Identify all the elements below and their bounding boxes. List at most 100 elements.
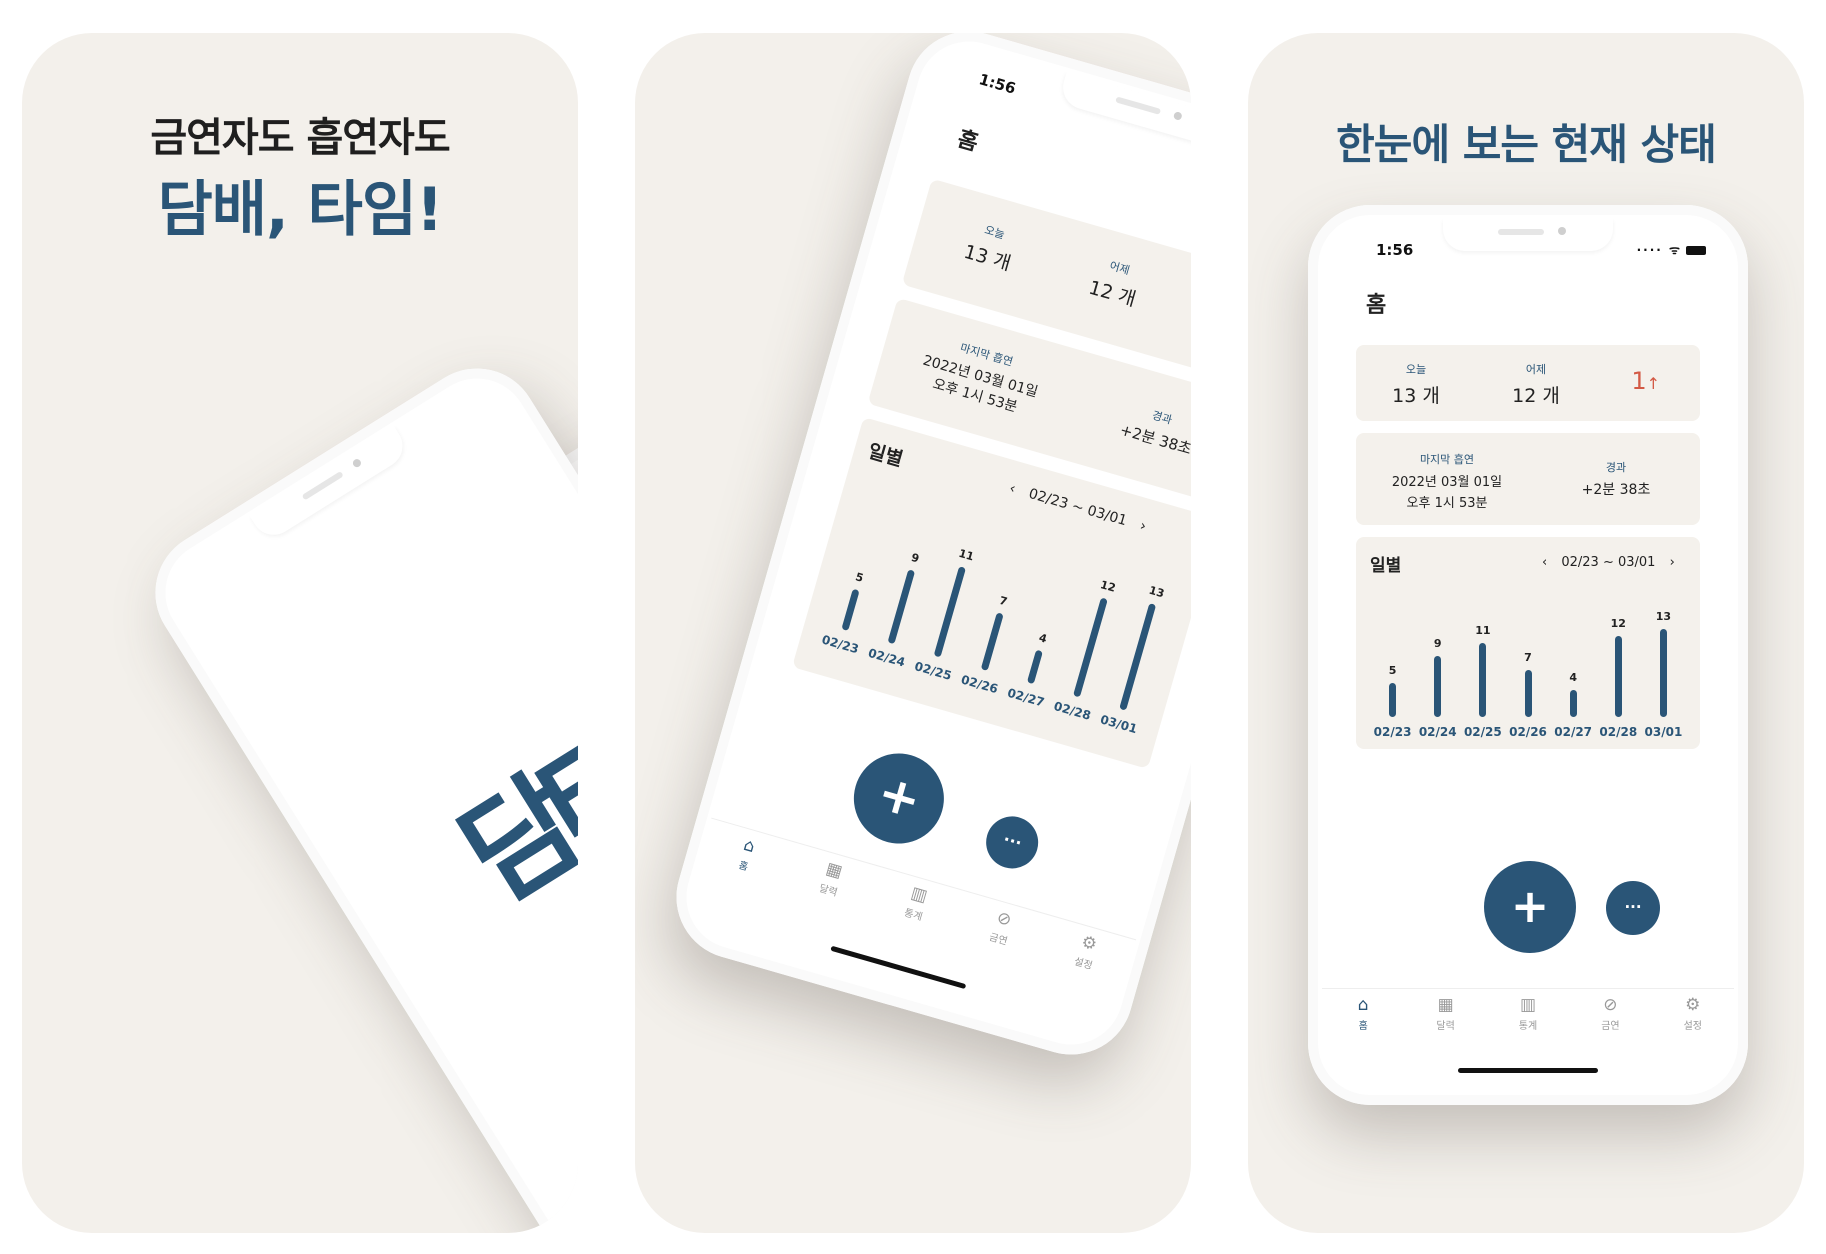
elapsed: 경과 +2분 38초	[1581, 461, 1651, 498]
more-button[interactable]: ···	[1606, 881, 1660, 935]
elapsed: 경과 +2분 38초	[1117, 408, 1191, 459]
bar-date-label: 02/25	[1463, 725, 1502, 739]
tab-no-smoking[interactable]: ⊘ 금연	[1585, 995, 1635, 1032]
bar-date-label: 02/28	[1599, 725, 1638, 739]
chart-bar	[933, 566, 967, 658]
chart-bar	[1659, 629, 1667, 717]
tab-label: 설정	[1683, 1021, 1702, 1032]
range-text: 02/23 ~ 03/01	[1561, 555, 1656, 570]
phone-notch	[249, 425, 411, 544]
bar-value-label: 5	[854, 569, 865, 585]
range-selector: ‹ 02/23 ~ 03/01 ›	[1542, 555, 1675, 570]
bar-date-label: 02/23	[820, 632, 861, 657]
page-title: 홈	[954, 126, 981, 157]
tab-bar: ⌂ 홈 ▦ 달력 ▥ 통계 ⊘ 금연 ⚙ 설정	[1322, 988, 1734, 1049]
tab-no-smoking[interactable]: ⊘ 금연	[973, 903, 1031, 952]
home-indicator	[830, 945, 967, 990]
chart-bar	[841, 588, 860, 631]
promo-panel-home-tilted: 1:56 ···· ᯤ 홈 오늘13 개 어제12 개 1↑ 마지막 흡연 20…	[635, 33, 1191, 1233]
home-screen-tilted: 1:56 ···· ᯤ 홈 오늘13 개 어제12 개 1↑ 마지막 흡연 20…	[679, 34, 1191, 1052]
phone-home-tilted: 1:56 ···· ᯤ 홈 오늘13 개 어제12 개 1↑ 마지막 흡연 20…	[661, 33, 1191, 1070]
bar-date-label: 03/01	[1644, 725, 1683, 739]
bar-value-label: 11	[957, 546, 976, 564]
yesterday-count: 어제 12 개	[1512, 363, 1560, 407]
tab-calendar[interactable]: ▦ 달력	[803, 854, 861, 903]
daily-title: 일별	[1370, 556, 1402, 576]
chart-bar	[1026, 649, 1043, 685]
daily-chart-card: 일별 ‹ 02/23 ~ 03/01 › 5 02/23 9 02/24 11 02/25…	[1356, 537, 1700, 749]
gear-icon: ⚙	[1685, 995, 1701, 1015]
bar-date-label: 02/24	[1418, 725, 1457, 739]
overview-caption: 한눈에 보는 현재 상태	[1336, 120, 1717, 169]
tab-home[interactable]: ⌂ 홈	[1338, 995, 1388, 1032]
promo-panel-intro: 금연자도 흡연자도 담배, 타임! ⌂ 홈 담타	[22, 33, 578, 1233]
daily-title: 일별	[865, 440, 906, 471]
page-title: 홈	[1366, 293, 1387, 318]
tab-label: 달력	[1436, 1021, 1455, 1032]
tab-stats[interactable]: ▥ 통계	[888, 878, 946, 927]
caption-title: 담배, 타임!	[157, 175, 444, 245]
bar-value-label: 9	[1433, 637, 1442, 651]
chart-bar	[1479, 642, 1487, 717]
bar-value-label: 12	[1098, 578, 1118, 596]
last-smoke: 마지막 흡연 2022년 03월 01일 오후 1시 53분	[921, 341, 1040, 416]
no-smoking-icon: ⊘	[1603, 995, 1618, 1015]
phone-splash: 담타	[132, 345, 578, 1233]
chart-bar	[980, 611, 1004, 671]
tab-gear[interactable]: ⚙ 설정	[1668, 995, 1718, 1032]
today-count: 오늘 13 개	[1392, 363, 1440, 407]
battery-icon	[1686, 246, 1706, 255]
more-button[interactable]: ···	[980, 810, 1045, 875]
bar-value-label: 7	[997, 593, 1009, 609]
home-icon: ⌂	[1357, 995, 1369, 1015]
range-selector: ‹ 02/23 ~ 03/01 ›	[1008, 480, 1148, 534]
tab-stats[interactable]: ▥ 통계	[1503, 995, 1553, 1032]
bar-date-label: 02/26	[959, 672, 1000, 697]
status-time: 1:56	[1376, 241, 1414, 259]
status-bar: 1:56 ···· ᯤ	[1356, 241, 1706, 259]
bar-plot: 5 02/23 9 02/24 11 02/25 7 02/26 4 02/27 12 02/28 13…	[1370, 599, 1686, 739]
stats-icon: ▥	[1519, 995, 1537, 1015]
bar-value-label: 9	[909, 550, 921, 566]
tab-label: 금연	[1601, 1021, 1620, 1032]
chevron-left-icon[interactable]: ‹	[1542, 555, 1547, 570]
chevron-right-icon[interactable]: ›	[1138, 518, 1148, 535]
bar-date-label: 02/25	[912, 659, 954, 683]
bar-value-label: 4	[1569, 670, 1577, 684]
chevron-right-icon[interactable]: ›	[1670, 555, 1675, 570]
bar-date-label: 02/27	[1005, 685, 1046, 710]
bar-value-label: 13	[1147, 583, 1166, 601]
chart-bar	[1073, 597, 1108, 698]
status-icons: ···· ᯤ	[1637, 241, 1706, 258]
bar-date-label: 03/01	[1098, 712, 1139, 737]
bar-value-label: 4	[1037, 631, 1049, 646]
tab-gear[interactable]: ⚙ 설정	[1058, 927, 1116, 976]
bar-value-label: 7	[1524, 650, 1532, 664]
range-text: 02/23 ~ 03/01	[1026, 485, 1129, 530]
bar-date-label: 02/24	[866, 645, 907, 670]
bar-date-label: 02/23	[1373, 725, 1412, 739]
calendar-icon: ▦	[1437, 995, 1454, 1015]
tab-calendar[interactable]: ▦ 달력	[1421, 995, 1471, 1032]
chevron-left-icon[interactable]: ‹	[1008, 480, 1018, 497]
today-count: 오늘 13 개	[961, 223, 1014, 276]
chart-bar	[1614, 635, 1622, 717]
tab-label: 통계	[1518, 1021, 1538, 1032]
caption-subtitle: 금연자도 흡연자도	[150, 115, 450, 161]
add-button[interactable]: +	[843, 742, 955, 855]
bar-date-label: 02/27	[1554, 725, 1593, 739]
chart-bar	[1434, 656, 1442, 717]
bar-value-label: 12	[1610, 616, 1626, 630]
add-button[interactable]: +	[1484, 861, 1576, 953]
bar-date-label: 02/26	[1509, 725, 1547, 739]
bar-value-label: 13	[1655, 610, 1672, 623]
yesterday-count: 어제 12 개	[1086, 259, 1139, 311]
last-smoke: 마지막 흡연 2022년 03월 01일 오후 1시 53분	[1391, 453, 1503, 511]
status-time: 1:56	[976, 70, 1018, 98]
tab-home[interactable]: ⌂ 홈	[718, 830, 776, 879]
arrow-up-icon: ↑	[1646, 374, 1660, 393]
last-smoke-card: 마지막 흡연 2022년 03월 01일 오후 1시 53분 경과 +2분 38…	[1356, 433, 1700, 525]
chart-bar	[1524, 669, 1532, 717]
chart-bar	[1389, 683, 1397, 717]
chart-bar	[887, 569, 916, 645]
